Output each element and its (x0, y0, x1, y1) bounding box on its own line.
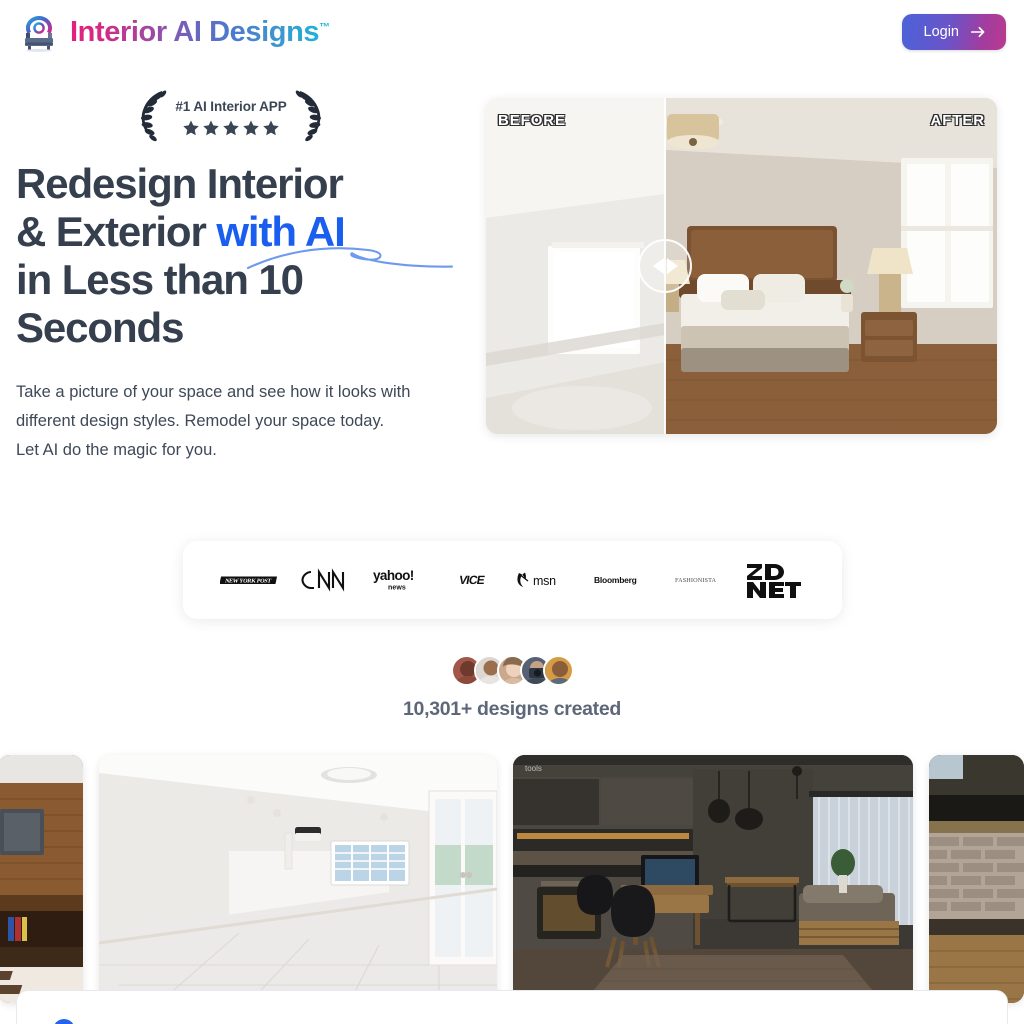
hero-description-line-2: different design styles. Remodel your sp… (16, 412, 385, 430)
slider-drag-handle-icon[interactable] (638, 239, 692, 293)
badge-content: #1 AI Interior APP (175, 99, 287, 137)
svg-text:yahoo!: yahoo! (373, 568, 414, 583)
page-title: Redesign Interior & Exterior with AI in … (16, 160, 486, 352)
press-section: NEW YORK POST yahoo! news VICE msn Bloom… (0, 541, 1024, 619)
svg-text:Bloomberg: Bloomberg (594, 575, 637, 585)
headline-line-2a: & Exterior (16, 208, 217, 255)
cnn-logo (298, 567, 352, 593)
brand-logo[interactable]: Interior AI Designs™ (18, 11, 330, 53)
bloomberg-logo: Bloomberg (593, 572, 655, 588)
design-thumb-empty-white-room[interactable] (99, 755, 497, 1003)
fashionista-logo: FASHIONISTA (674, 573, 728, 587)
social-proof: 10,301+ designs created (0, 655, 1024, 721)
svg-text:msn: msn (533, 574, 556, 588)
designs-created-count: 10,301+ designs created (402, 698, 622, 720)
headline-accent: with AI (216, 208, 345, 255)
headline-line-3: in Less than 10 (16, 256, 304, 303)
zdnet-logo (746, 562, 804, 598)
login-button-label: Login (923, 24, 959, 40)
headline-line-4: Seconds (16, 304, 184, 351)
rating-stars (175, 119, 286, 137)
armchair-swirl-logo-icon (18, 11, 60, 53)
after-image (665, 98, 997, 434)
landing-page: Interior AI Designs™ Login #1 AI Interio… (0, 0, 1024, 1024)
star-icon (242, 119, 260, 137)
vice-logo: VICE (448, 572, 498, 588)
laurel-wreath-left-icon (128, 88, 168, 146)
brand-trademark: ™ (319, 20, 330, 33)
user-avatar-5 (542, 655, 574, 686)
design-thumb-dark-modern-kitchen[interactable]: tools (513, 755, 913, 1003)
design-carousel[interactable]: tools (0, 745, 1024, 1013)
login-button[interactable]: Login (901, 14, 1006, 50)
award-badge: #1 AI Interior APP (136, 88, 326, 148)
brand-wordmark: Interior AI Designs™ (70, 16, 330, 49)
before-after-comparison[interactable]: BEFORE AFTER (486, 98, 997, 434)
hero-copy: #1 AI Interior APP Redesign Interior & E… (16, 64, 486, 465)
svg-text:VICE: VICE (458, 573, 486, 587)
svg-text:NEW YORK POST: NEW YORK POST (224, 579, 271, 585)
before-label: BEFORE (498, 112, 566, 129)
hero-section: #1 AI Interior APP Redesign Interior & E… (0, 64, 1024, 465)
site-header: Interior AI Designs™ Login (0, 0, 1024, 64)
badge-title: #1 AI Interior APP (175, 99, 287, 114)
triangle-left-icon (652, 258, 664, 274)
hero-description-line-1: Take a picture of your space and see how… (16, 383, 411, 401)
after-label: AFTER (930, 112, 985, 129)
svg-text:news: news (388, 585, 406, 592)
msn-logo: msn (516, 568, 574, 592)
star-icon (262, 119, 280, 137)
press-logo-bar: NEW YORK POST yahoo! news VICE msn Bloom… (182, 541, 842, 619)
laurel-wreath-right-icon (294, 88, 334, 146)
arrow-right-icon (970, 25, 987, 39)
svg-text:tools: tools (525, 764, 542, 773)
triangle-right-icon (666, 258, 678, 274)
svg-text:FASHIONISTA: FASHIONISTA (675, 577, 716, 584)
star-icon (222, 119, 240, 137)
bottom-card-panel (16, 990, 1008, 1024)
design-thumb-wood-tv-wall[interactable] (0, 755, 83, 1003)
new-york-post-logo: NEW YORK POST (219, 572, 280, 588)
hero-description-line-3: Let AI do the magic for you. (16, 441, 217, 459)
brand-name-text: Interior AI Designs (70, 15, 320, 48)
star-icon (182, 119, 200, 137)
blue-circle-icon (53, 1019, 75, 1024)
headline-line-1: Redesign Interior (16, 160, 344, 207)
avatar-group (0, 655, 1024, 686)
design-thumb-brick-wall-room[interactable] (929, 755, 1024, 1003)
star-icon (202, 119, 220, 137)
hero-description: Take a picture of your space and see how… (16, 378, 464, 465)
yahoo-news-logo: yahoo! news (371, 565, 429, 595)
